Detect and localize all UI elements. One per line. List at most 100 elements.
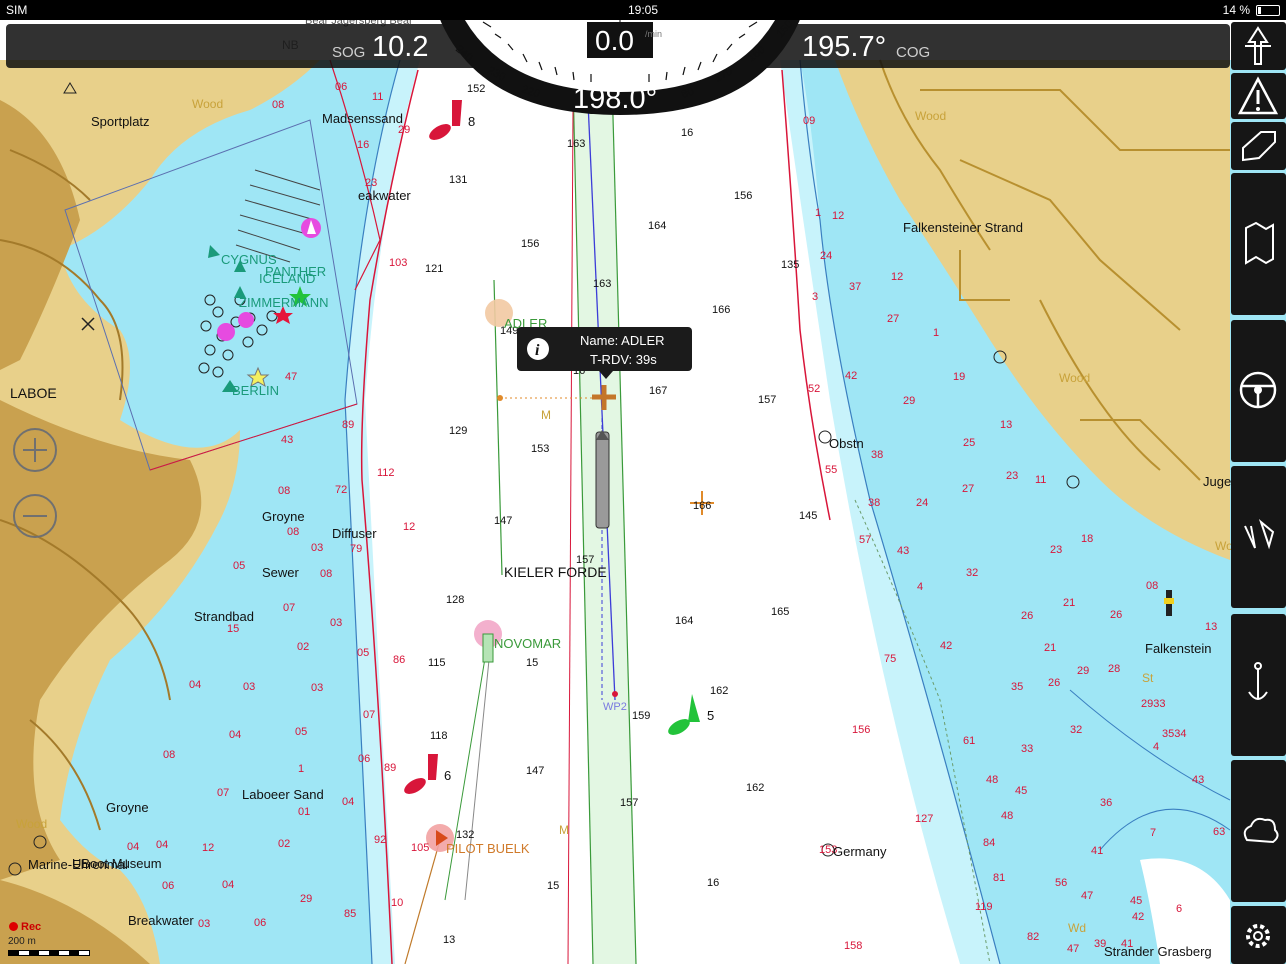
harbour-icon-2[interactable] [238, 312, 254, 328]
wp2-marker[interactable] [612, 691, 618, 697]
depth-sounding: 81 [993, 872, 1005, 884]
depth-sounding: 15 [547, 880, 559, 892]
nautical-chart[interactable]: 0611162923103 121131156163161561641631351… [0, 0, 1286, 964]
vessel-label-pilot-buelk[interactable]: PILOT BUELK [446, 841, 530, 856]
novomar-hull [482, 633, 494, 663]
compass-mode-button[interactable] [1231, 22, 1286, 70]
depth-sounding: 132 [456, 829, 474, 841]
info-icon[interactable]: i [526, 337, 550, 361]
sog-value: 10.2 [372, 31, 429, 63]
label-wood-1: Wood [192, 97, 223, 111]
depth-sounding: 156 [852, 724, 870, 736]
depth-sounding: 03 [198, 918, 210, 930]
depth-sounding: 164 [648, 220, 666, 232]
chart-map-icon [1245, 221, 1274, 265]
depth-sounding: 75 [884, 653, 896, 665]
vessel-label-zimmermann[interactable]: ZIMMERMANN [239, 295, 329, 310]
depth-sounding: 23 [1050, 544, 1062, 556]
zoom-out-button[interactable] [13, 494, 57, 538]
label-wd: Wd [1068, 921, 1086, 935]
label-falkenstein: Falkenstein [1145, 641, 1211, 656]
depth-sounding: 3534 [1162, 728, 1186, 740]
depth-sounding: 48 [986, 774, 998, 786]
depth-sounding: 21 [1063, 597, 1075, 609]
depth-sounding: 24 [820, 250, 832, 262]
track-record-indicator[interactable]: Rec [9, 921, 41, 933]
depth-sounding: 08 [272, 99, 284, 111]
weather-button[interactable] [1231, 760, 1286, 902]
depth-sounding: 1 [933, 327, 939, 339]
depth-sounding: 29 [300, 893, 312, 905]
charts-button[interactable] [1231, 173, 1286, 315]
depth-sounding: 158 [844, 940, 862, 952]
ais-sail-icon [1244, 518, 1275, 550]
depth-sounding: 16 [681, 127, 693, 139]
label-groyne-2: Groyne [106, 800, 149, 815]
ais-button[interactable] [1231, 466, 1286, 608]
label-breakwater-top: eakwater [358, 188, 411, 203]
depth-sounding: 115 [428, 657, 446, 669]
depth-sounding: 06 [254, 917, 266, 929]
settings-button[interactable] [1231, 906, 1286, 964]
ais-info-popup[interactable]: i Name: ADLER T-RDV: 39s [517, 327, 692, 379]
label-wood-3: Wood [1059, 371, 1090, 385]
depth-sounding: 105 [411, 842, 429, 854]
depth-sounding: 57 [859, 534, 871, 546]
popup-pointer [599, 371, 613, 379]
harbour-icon[interactable] [217, 323, 235, 341]
depth-sounding: 121 [425, 263, 443, 275]
depth-sounding: 38 [871, 449, 883, 461]
depth-sounding: 18 [1081, 533, 1093, 545]
vessel-label-iceland[interactable]: ICELAND [259, 271, 315, 286]
depth-sounding: 166 [693, 500, 711, 512]
depth-sounding: 29 [1077, 665, 1089, 677]
own-ship-icon[interactable] [595, 431, 610, 529]
depth-sounding: 92 [374, 834, 386, 846]
helm-button[interactable] [1231, 320, 1286, 462]
depth-sounding: 156 [521, 238, 539, 250]
label-strander-grasberg: Strander Grasberg [1104, 944, 1212, 959]
label-obstn: Obstn [829, 436, 864, 451]
depth-sounding: 162 [710, 685, 728, 697]
depth-sounding: 03 [311, 542, 323, 554]
depth-sounding: 26 [1021, 610, 1033, 622]
route-button[interactable] [1231, 122, 1286, 170]
depth-sounding: 08 [163, 749, 175, 761]
depth-sounding: 164 [675, 615, 693, 627]
weather-cloud-icon [1243, 817, 1279, 844]
anchor-button[interactable] [1231, 614, 1286, 756]
label-falkensteiner-strand: Falkensteiner Strand [903, 220, 1023, 235]
depth-sounding: 08 [1146, 580, 1158, 592]
depth-sounding: 165 [771, 606, 789, 618]
depth-sounding: 05 [357, 647, 369, 659]
depth-sounding: 32 [1070, 724, 1082, 736]
depth-sounding: 07 [283, 602, 295, 614]
marina-icon[interactable] [301, 218, 321, 238]
depth-sounding: 06 [358, 753, 370, 765]
sog-label: SOG [332, 44, 366, 61]
vessel-label-berlin[interactable]: BERLIN [232, 383, 279, 398]
depth-sounding: 2933 [1141, 698, 1165, 710]
depth-sounding: 26 [1048, 677, 1060, 689]
alarm-button[interactable] [1231, 73, 1286, 119]
depth-sounding: 129 [449, 425, 467, 437]
gear-icon [1246, 924, 1270, 948]
depth-sounding: 11 [372, 91, 383, 103]
vessel-label-novomar[interactable]: NOVOMAR [494, 636, 561, 651]
depth-sounding: 86 [393, 654, 405, 666]
depth-sounding: 52 [808, 383, 820, 395]
depth-sounding: 135 [781, 259, 799, 271]
depth-sounding: 85 [344, 908, 356, 920]
depth-sounding: 02 [278, 838, 290, 850]
depth-sounding: 163 [593, 278, 611, 290]
depth-sounding: 119 [975, 901, 993, 913]
rot-unit: /min [645, 29, 662, 39]
depth-sounding: 167 [649, 385, 667, 397]
label-groyne: Groyne [262, 509, 305, 524]
label-madsenssand: Madsenssand [322, 111, 403, 126]
zoom-in-button[interactable] [13, 428, 57, 472]
depth-sounding: 04 [189, 679, 201, 691]
depth-sounding: 04 [222, 879, 234, 891]
depth-sounding: 131 [449, 174, 467, 186]
depth-sounding: 56 [1055, 877, 1067, 889]
